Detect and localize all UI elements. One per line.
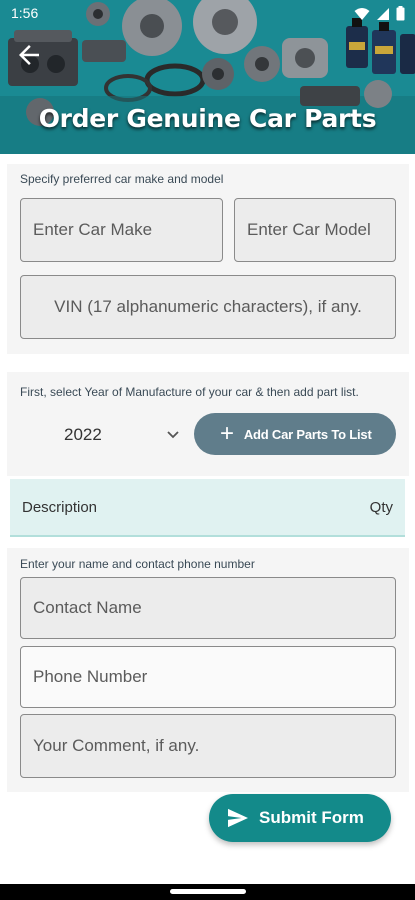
header-banner: 1:56 Order Genuine Car Parts xyxy=(0,0,415,154)
qty-column-header: Qty xyxy=(369,498,393,516)
parts-section-label: First, select Year of Manufacture of you… xyxy=(20,385,359,399)
chevron-down-icon xyxy=(167,431,179,439)
submit-form-button[interactable]: Submit Form xyxy=(209,794,391,842)
back-arrow-icon[interactable] xyxy=(14,40,44,70)
home-gesture-pill[interactable] xyxy=(170,889,246,894)
wifi-icon xyxy=(354,7,370,20)
car-model-input[interactable]: Enter Car Model xyxy=(234,198,396,262)
battery-icon xyxy=(396,6,405,21)
status-icons xyxy=(354,6,405,21)
plus-icon: + xyxy=(220,420,234,447)
contact-name-input[interactable]: Contact Name xyxy=(20,577,396,639)
page-title: Order Genuine Car Parts xyxy=(38,104,377,133)
status-time: 1:56 xyxy=(11,5,39,21)
vin-input[interactable]: VIN (17 alphanumeric characters), if any… xyxy=(20,275,396,339)
contact-section-label: Enter your name and contact phone number xyxy=(20,557,255,571)
signal-icon xyxy=(377,7,389,20)
phone-number-input[interactable]: Phone Number xyxy=(20,646,396,708)
year-dropdown[interactable]: 2022 xyxy=(50,422,180,448)
description-column-header: Description xyxy=(22,498,98,516)
send-icon xyxy=(228,808,248,828)
year-value: 2022 xyxy=(64,425,102,444)
submit-form-label: Submit Form xyxy=(259,808,364,827)
add-car-parts-button[interactable]: + Add Car Parts To List xyxy=(194,413,396,455)
comment-input[interactable]: Your Comment, if any. xyxy=(20,714,396,778)
status-bar: 1:56 xyxy=(0,0,415,28)
car-make-input[interactable]: Enter Car Make xyxy=(20,198,223,262)
add-car-parts-label: Add Car Parts To List xyxy=(243,426,372,442)
parts-list-header: Description Qty xyxy=(10,479,405,537)
car-section-label: Specify preferred car make and model xyxy=(20,172,224,186)
